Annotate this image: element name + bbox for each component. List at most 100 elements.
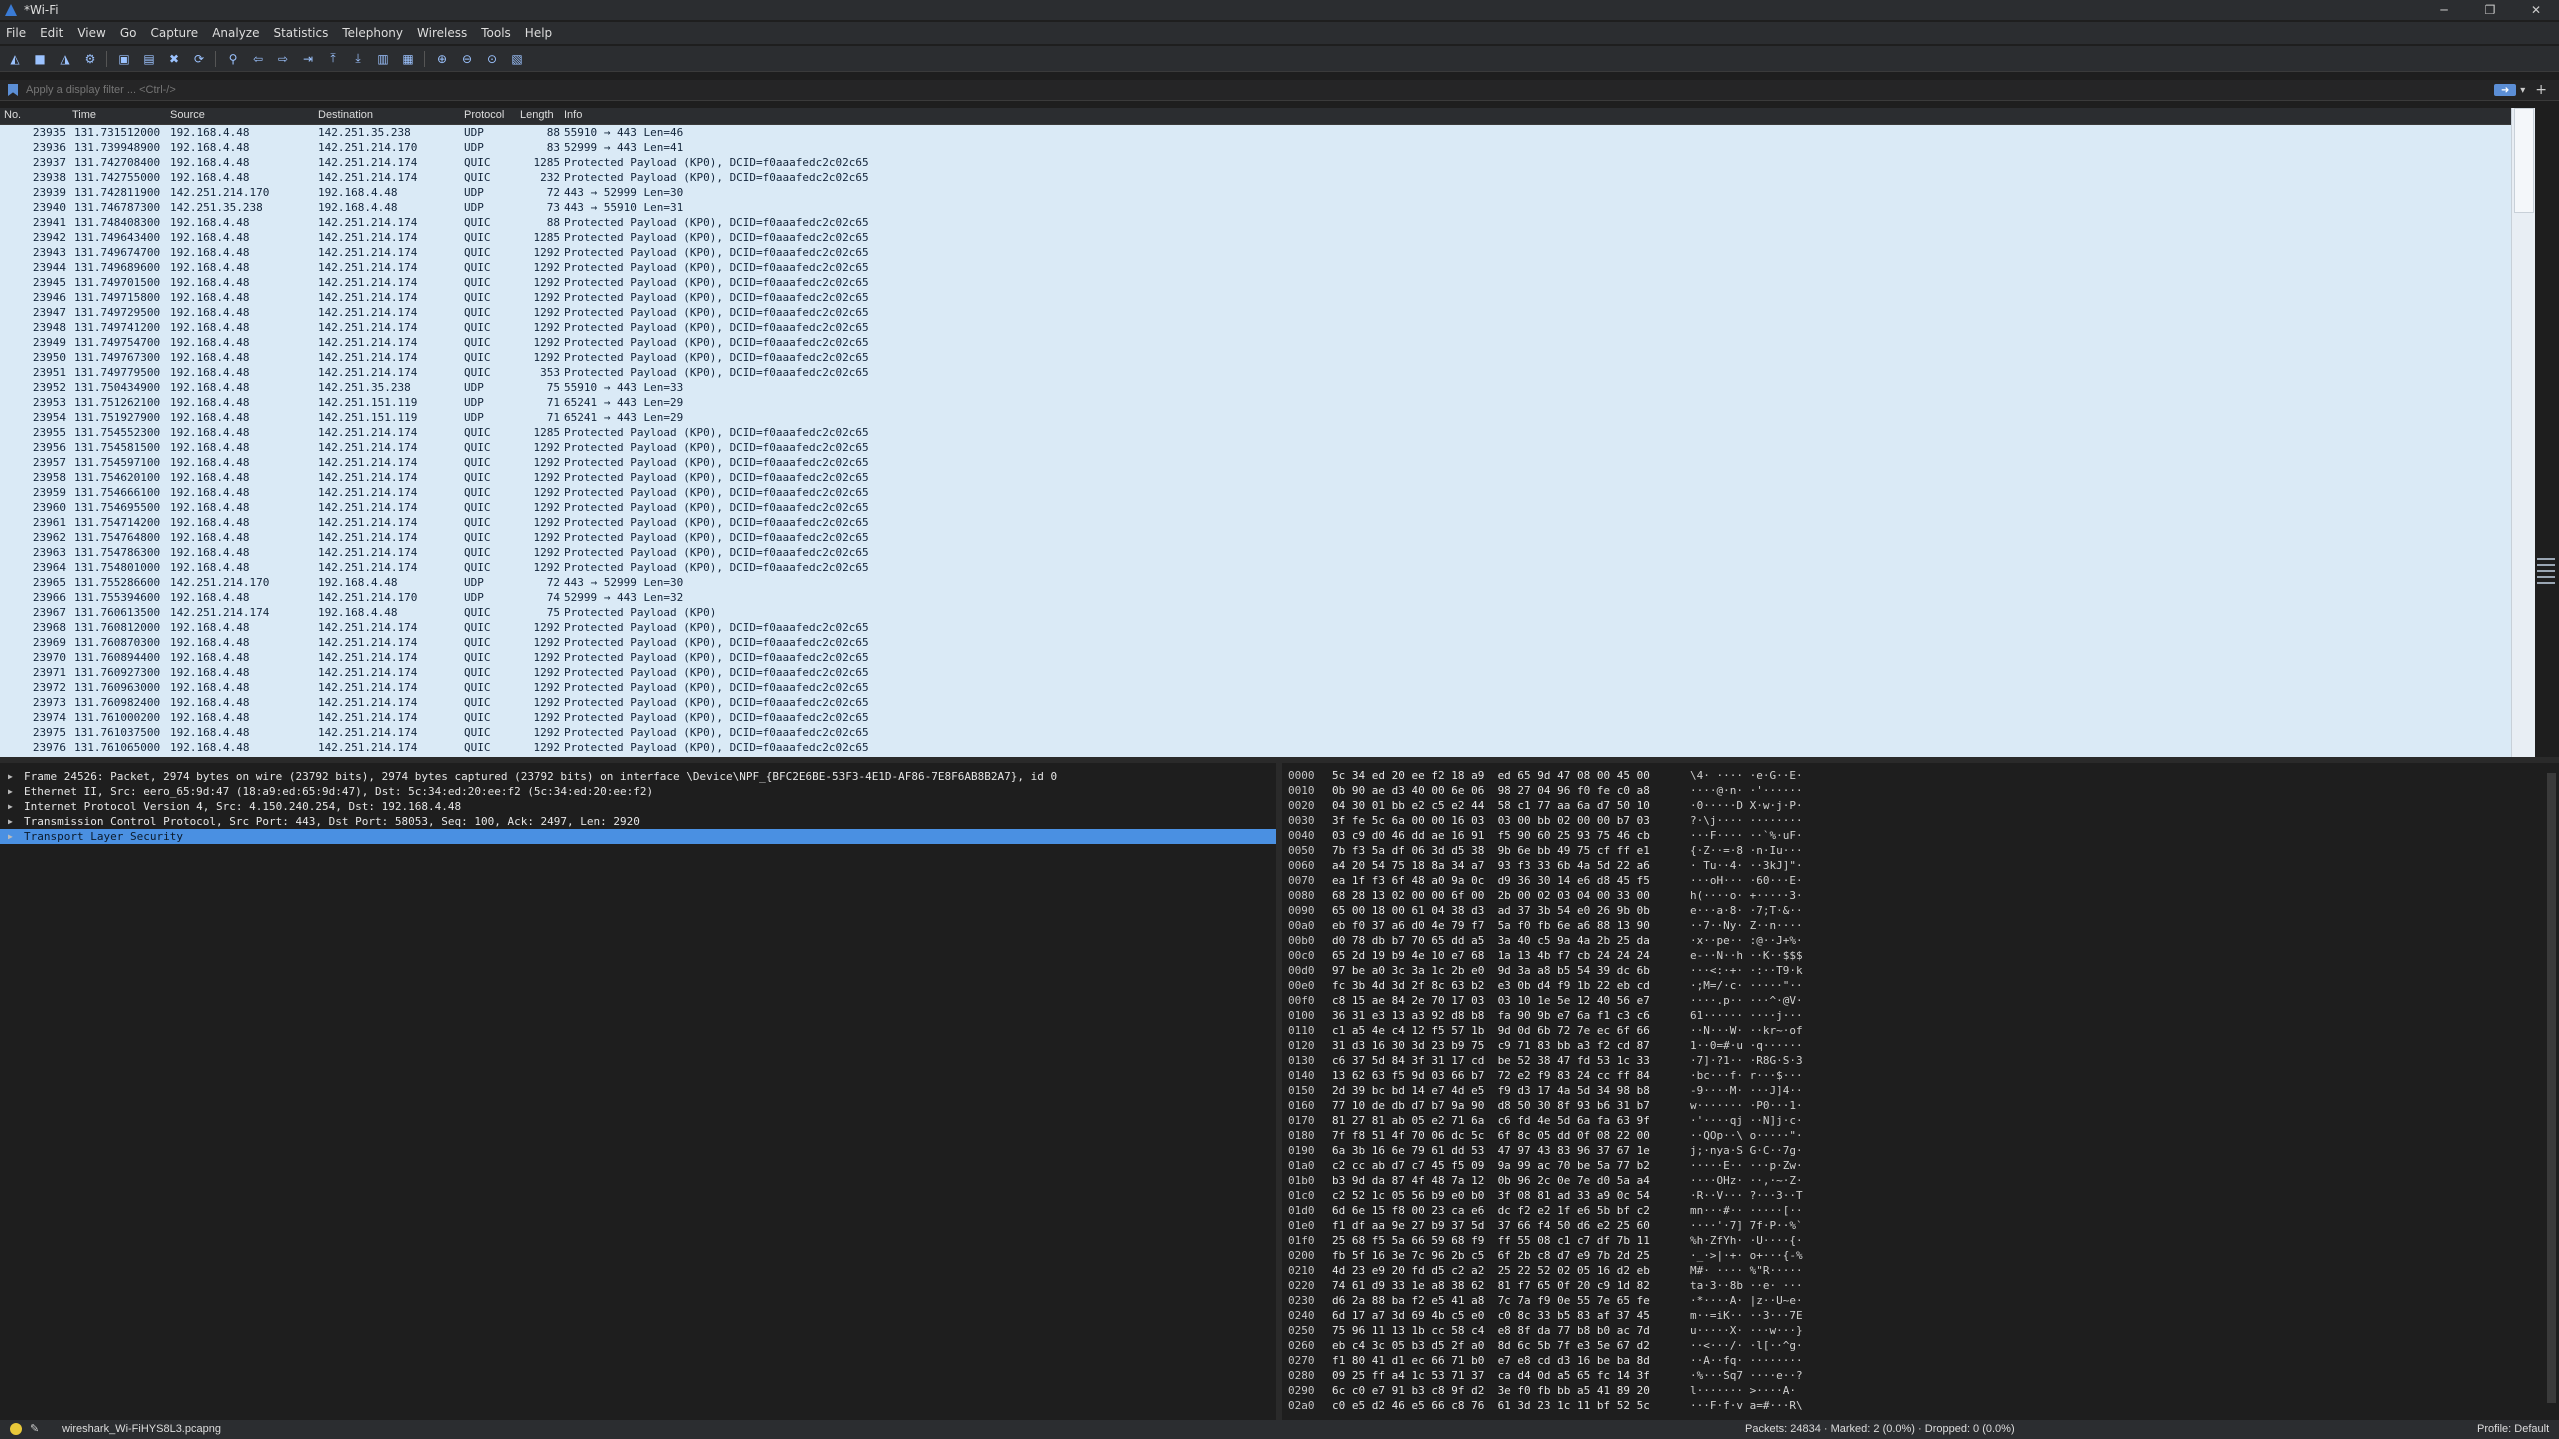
packet-row[interactable]: 23967 131.760613500 142.251.214.174 192.168… xyxy=(0,605,2511,620)
packet-minimap[interactable] xyxy=(2535,108,2559,757)
packet-row[interactable]: 23943 131.749674700 192.168.4.48 142.251.21… xyxy=(0,245,2511,260)
detail-tree-item[interactable]: ▶ Transport Layer Security xyxy=(0,829,1276,844)
first-packet-icon[interactable]: ⤒ xyxy=(324,50,342,68)
open-folder-icon[interactable]: ▣ xyxy=(115,50,133,68)
stop-icon[interactable]: ■ xyxy=(31,50,49,68)
expand-triangle-icon[interactable]: ▶ xyxy=(8,784,13,799)
packet-row[interactable]: 23971 131.760927300 192.168.4.48 142.251.21… xyxy=(0,665,2511,680)
detail-tree-item[interactable]: ▶ Frame 24526: Packet, 2974 bytes on wire… xyxy=(0,769,1276,784)
packet-row[interactable]: 23936 131.739948900 192.168.4.48 142.251.21… xyxy=(0,140,2511,155)
menu-item-help[interactable]: Help xyxy=(525,26,552,40)
packet-row[interactable]: 23944 131.749689600 192.168.4.48 142.251.21… xyxy=(0,260,2511,275)
col-header-length[interactable]: Length xyxy=(520,109,554,121)
last-packet-icon[interactable]: ⤓ xyxy=(349,50,367,68)
packet-row[interactable]: 23955 131.754552300 192.168.4.48 142.251.21… xyxy=(0,425,2511,440)
col-header-no[interactable]: No. xyxy=(4,109,21,121)
detail-tree-item[interactable]: ▶ Transmission Control Protocol, Src Port… xyxy=(0,814,1276,829)
capture-comment-icon[interactable]: ✎ xyxy=(30,1422,39,1435)
col-header-source[interactable]: Source xyxy=(170,109,205,121)
expand-triangle-icon[interactable]: ▶ xyxy=(8,769,13,784)
add-filter-button-icon[interactable]: + xyxy=(2535,82,2547,98)
packet-row[interactable]: 23972 131.760963000 192.168.4.48 142.251.21… xyxy=(0,680,2511,695)
packet-row[interactable]: 23957 131.754597100 192.168.4.48 142.251.21… xyxy=(0,455,2511,470)
filter-history-chevron-icon[interactable]: ▾ xyxy=(2520,85,2525,96)
packet-row[interactable]: 23970 131.760894400 192.168.4.48 142.251.21… xyxy=(0,650,2511,665)
packet-row[interactable]: 23964 131.754801000 192.168.4.48 142.251.21… xyxy=(0,560,2511,575)
col-header-protocol[interactable]: Protocol xyxy=(464,109,504,121)
menu-item-tools[interactable]: Tools xyxy=(481,26,511,40)
scrollbar-thumb[interactable] xyxy=(2514,108,2534,213)
packet-row[interactable]: 23966 131.755394600 192.168.4.48 142.251.21… xyxy=(0,590,2511,605)
normal-size-icon[interactable]: ⊙ xyxy=(483,50,501,68)
menu-item-analyze[interactable]: Analyze xyxy=(212,26,259,40)
menu-item-telephony[interactable]: Telephony xyxy=(342,26,403,40)
packet-row[interactable]: 23956 131.754581500 192.168.4.48 142.251.21… xyxy=(0,440,2511,455)
packet-row[interactable]: 23940 131.746787300 142.251.35.238 192.168.… xyxy=(0,200,2511,215)
save-icon[interactable]: ▤ xyxy=(140,50,158,68)
options-gear-icon[interactable]: ⚙ xyxy=(81,50,99,68)
shark-fin-start-icon[interactable]: ◭ xyxy=(6,50,24,68)
apply-filter-arrow-icon[interactable]: ➜ xyxy=(2494,84,2517,96)
col-header-destination[interactable]: Destination xyxy=(318,109,373,121)
packet-row[interactable]: 23968 131.760812000 192.168.4.48 142.251.21… xyxy=(0,620,2511,635)
menu-item-view[interactable]: View xyxy=(77,26,105,40)
col-header-time[interactable]: Time xyxy=(72,109,96,121)
detail-tree-item[interactable]: ▶ Internet Protocol Version 4, Src: 4.150… xyxy=(0,799,1276,814)
packet-row[interactable]: 23973 131.760982400 192.168.4.48 142.251.21… xyxy=(0,695,2511,710)
go-to-packet-icon[interactable]: ⇥ xyxy=(299,50,317,68)
close-file-icon[interactable]: ✖ xyxy=(165,50,183,68)
packet-row[interactable]: 23950 131.749767300 192.168.4.48 142.251.21… xyxy=(0,350,2511,365)
menu-item-edit[interactable]: Edit xyxy=(40,26,63,40)
menu-item-wireless[interactable]: Wireless xyxy=(417,26,467,40)
packet-row[interactable]: 23976 131.761065000 192.168.4.48 142.251.21… xyxy=(0,740,2511,755)
profile-indicator[interactable]: Profile: Default xyxy=(2477,1423,2549,1435)
packet-row[interactable]: 23948 131.749741200 192.168.4.48 142.251.21… xyxy=(0,320,2511,335)
display-filter-input[interactable] xyxy=(24,80,2495,100)
maximize-button[interactable]: ❐ xyxy=(2467,0,2513,20)
expand-triangle-icon[interactable]: ▶ xyxy=(8,814,13,829)
packet-row[interactable]: 23959 131.754666100 192.168.4.48 142.251.21… xyxy=(0,485,2511,500)
menu-item-statistics[interactable]: Statistics xyxy=(273,26,328,40)
packet-row[interactable]: 23939 131.742811900 142.251.214.170 192.168… xyxy=(0,185,2511,200)
expand-triangle-icon[interactable]: ▶ xyxy=(8,799,13,814)
close-button[interactable]: ✕ xyxy=(2513,0,2559,20)
packet-row[interactable]: 23937 131.742708400 192.168.4.48 142.251.21… xyxy=(0,155,2511,170)
packet-row[interactable]: 23946 131.749715800 192.168.4.48 142.251.21… xyxy=(0,290,2511,305)
expert-info-icon[interactable] xyxy=(10,1423,22,1435)
packet-row[interactable]: 23975 131.761037500 192.168.4.48 142.251.21… xyxy=(0,725,2511,740)
menu-item-file[interactable]: File xyxy=(6,26,26,40)
menu-item-capture[interactable]: Capture xyxy=(150,26,198,40)
packet-row[interactable]: 23938 131.742755000 192.168.4.48 142.251.21… xyxy=(0,170,2511,185)
packet-row[interactable]: 23935 131.731512000 192.168.4.48 142.251.35… xyxy=(0,125,2511,140)
packet-row[interactable]: 23960 131.754695500 192.168.4.48 142.251.21… xyxy=(0,500,2511,515)
packet-row[interactable]: 23954 131.751927900 192.168.4.48 142.251.15… xyxy=(0,410,2511,425)
bytes-scrollbar[interactable] xyxy=(2544,763,2559,1420)
restart-icon[interactable]: ◮ xyxy=(56,50,74,68)
expand-triangle-icon[interactable]: ▶ xyxy=(8,829,13,844)
packet-list-scrollbar[interactable] xyxy=(2511,108,2536,757)
packet-row[interactable]: 23949 131.749754700 192.168.4.48 142.251.21… xyxy=(0,335,2511,350)
packet-row[interactable]: 23974 131.761000200 192.168.4.48 142.251.21… xyxy=(0,710,2511,725)
back-arrow-icon[interactable]: ⇦ xyxy=(249,50,267,68)
packet-row[interactable]: 23962 131.754764800 192.168.4.48 142.251.21… xyxy=(0,530,2511,545)
menu-item-go[interactable]: Go xyxy=(120,26,137,40)
packet-row[interactable]: 23969 131.760870300 192.168.4.48 142.251.21… xyxy=(0,635,2511,650)
packet-row[interactable]: 23963 131.754786300 192.168.4.48 142.251.21… xyxy=(0,545,2511,560)
packet-row[interactable]: 23941 131.748408300 192.168.4.48 142.251.21… xyxy=(0,215,2511,230)
forward-arrow-icon[interactable]: ⇨ xyxy=(274,50,292,68)
zoom-out-icon[interactable]: ⊖ xyxy=(458,50,476,68)
colorize-icon[interactable]: ▦ xyxy=(399,50,417,68)
packet-row[interactable]: 23947 131.749729500 192.168.4.48 142.251.21… xyxy=(0,305,2511,320)
bookmark-icon[interactable] xyxy=(8,84,18,96)
packet-row[interactable]: 23953 131.751262100 192.168.4.48 142.251.15… xyxy=(0,395,2511,410)
reload-icon[interactable]: ⟳ xyxy=(190,50,208,68)
minimize-button[interactable]: ─ xyxy=(2421,0,2467,20)
packet-row[interactable]: 23961 131.754714200 192.168.4.48 142.251.21… xyxy=(0,515,2511,530)
packet-row[interactable]: 23958 131.754620100 192.168.4.48 142.251.21… xyxy=(0,470,2511,485)
find-icon[interactable]: ⚲ xyxy=(224,50,242,68)
resize-columns-icon[interactable]: ▧ xyxy=(508,50,526,68)
detail-tree-item[interactable]: ▶ Ethernet II, Src: eero_65:9d:47 (18:a9:… xyxy=(0,784,1276,799)
packet-row[interactable]: 23945 131.749701500 192.168.4.48 142.251.21… xyxy=(0,275,2511,290)
autoscroll-icon[interactable]: ▥ xyxy=(374,50,392,68)
packet-row[interactable]: 23965 131.755286600 142.251.214.170 192.168… xyxy=(0,575,2511,590)
